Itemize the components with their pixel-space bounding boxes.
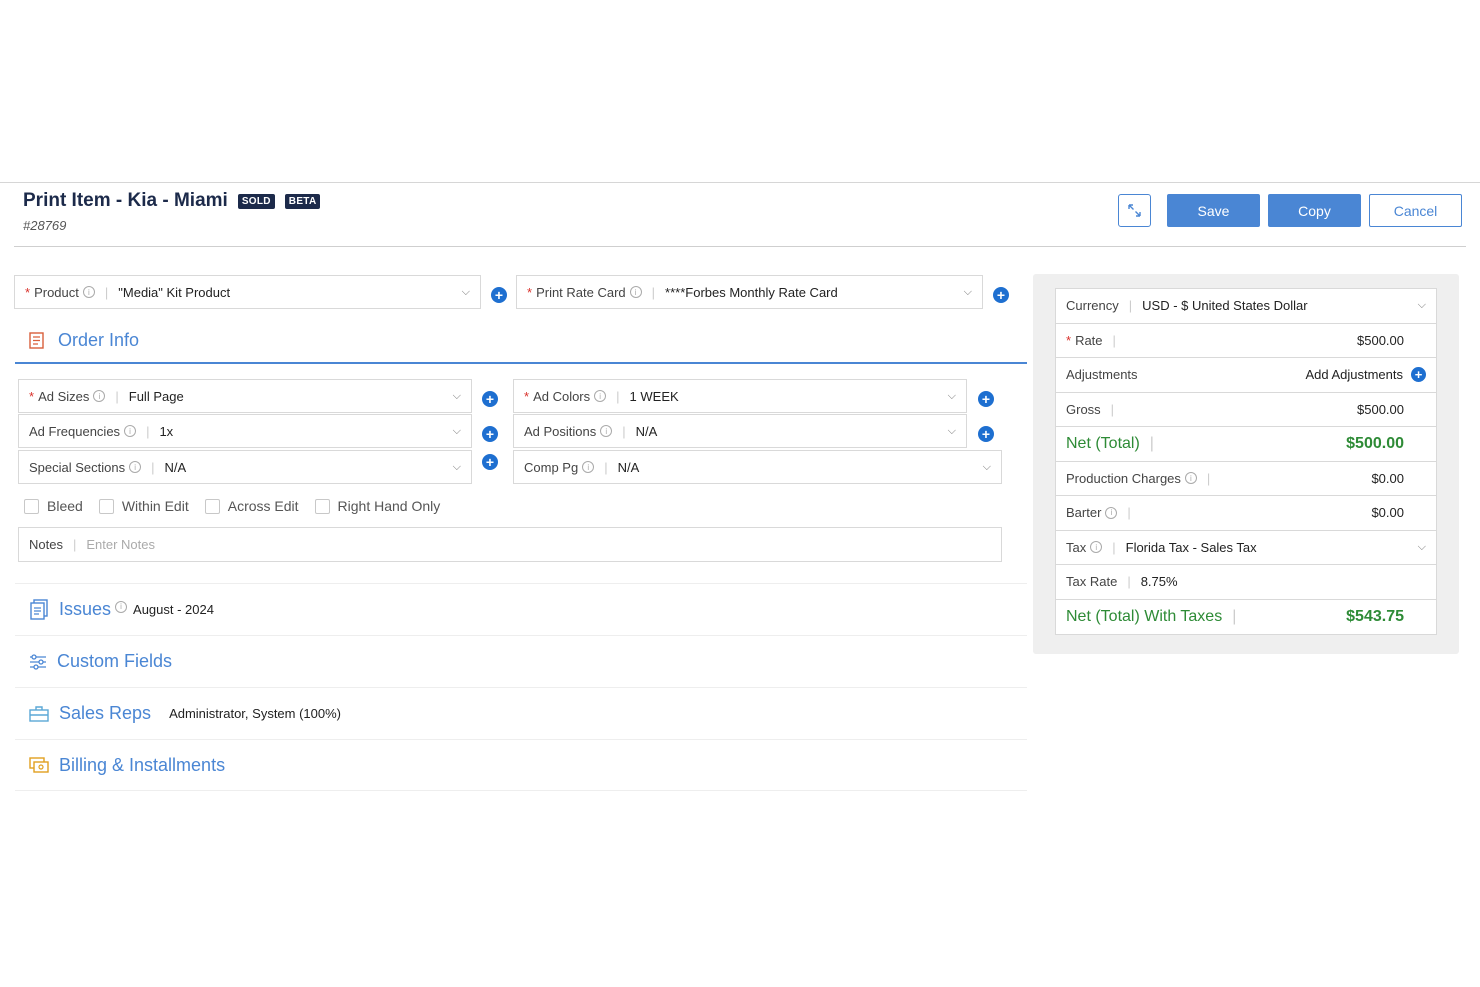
- sales-reps-value: Administrator, System (100%): [169, 706, 342, 721]
- notes-placeholder: Enter Notes: [86, 537, 156, 552]
- billing-title: Billing & Installments: [59, 754, 226, 775]
- across-edit-checkbox[interactable]: Across Edit: [204, 498, 299, 514]
- info-icon: i: [93, 390, 106, 402]
- expand-button[interactable]: [1118, 194, 1151, 227]
- net-total-row: Net (Total) | $500.00: [1056, 427, 1436, 462]
- info-icon: i: [594, 390, 607, 402]
- issues-section[interactable]: Issues i August - 2024: [15, 583, 1027, 635]
- add-position-icon[interactable]: +: [978, 426, 994, 442]
- rate-row[interactable]: * Rate | $500.00: [1056, 324, 1436, 358]
- issues-title: Issues: [59, 599, 112, 619]
- chevron-down-icon: ⌵: [452, 460, 461, 473]
- info-icon: i: [582, 461, 595, 473]
- order-info-title: Order Info: [58, 329, 140, 350]
- briefcase-icon: [29, 705, 49, 722]
- info-icon: i: [600, 425, 613, 437]
- info-icon: i: [124, 425, 137, 437]
- currency-select[interactable]: Currency | USD - $ United States Dollar …: [1056, 289, 1436, 324]
- info-icon: i: [115, 600, 128, 613]
- info-icon: i: [1105, 506, 1118, 519]
- record-id: #28769: [23, 218, 67, 233]
- barter-row[interactable]: Barter i | $0.00: [1056, 496, 1436, 531]
- add-product-icon[interactable]: +: [491, 287, 507, 303]
- rate-card-select[interactable]: * Print Rate Card i | ****Forbes Monthly R…: [516, 275, 983, 309]
- pricing-table: Currency | USD - $ United States Dollar …: [1055, 288, 1437, 635]
- bleed-checkbox[interactable]: Bleed: [24, 498, 83, 514]
- info-icon: i: [82, 286, 95, 298]
- product-value: "Media" Kit Product: [118, 284, 231, 300]
- ad-colors-select[interactable]: * Ad Colors i | 1 WEEK ⌵: [513, 379, 967, 413]
- issues-value: August - 2024: [133, 602, 214, 617]
- product-select[interactable]: * Product i | "Media" Kit Product ⌵: [14, 275, 481, 309]
- cancel-button[interactable]: Cancel: [1369, 194, 1462, 227]
- info-icon: i: [629, 286, 642, 298]
- tax-select[interactable]: Tax i | Florida Tax - Sales Tax ⌵: [1056, 531, 1436, 565]
- chevron-down-icon: ⌵: [947, 389, 956, 402]
- save-button[interactable]: Save: [1167, 194, 1260, 227]
- custom-fields-section[interactable]: Custom Fields: [15, 635, 1027, 687]
- chevron-down-icon: ⌵: [982, 460, 991, 473]
- add-special-section-icon[interactable]: +: [482, 454, 498, 470]
- comp-pg-select[interactable]: Comp Pg i | N/A ⌵: [513, 450, 1002, 484]
- production-charges-row[interactable]: Production Charges i | $0.00: [1056, 462, 1436, 496]
- chevron-down-icon: ⌵: [1417, 299, 1426, 312]
- custom-fields-title: Custom Fields: [57, 651, 173, 671]
- info-icon: i: [129, 461, 142, 473]
- pricing-panel: Currency | USD - $ United States Dollar …: [1033, 274, 1459, 654]
- right-hand-only-checkbox[interactable]: Right Hand Only: [314, 498, 440, 514]
- net-with-taxes-row: Net (Total) With Taxes | $543.75: [1066, 607, 1404, 625]
- sliders-icon: [30, 653, 46, 670]
- billing-icon: [29, 757, 49, 773]
- within-edit-checkbox[interactable]: Within Edit: [98, 498, 189, 514]
- page-header: Print Item - Kia - Miami SOLD BETA #2876…: [23, 190, 321, 233]
- add-adjustment-icon[interactable]: +: [1411, 367, 1426, 383]
- ad-frequencies-select[interactable]: Ad Frequencies i | 1x ⌵: [18, 414, 472, 448]
- top-divider: [0, 182, 1480, 183]
- adjustments-row: Adjustments Add Adjustments +: [1056, 358, 1436, 393]
- add-adjustments-link[interactable]: Add Adjustments: [1305, 367, 1403, 382]
- page-title: Print Item - Kia - Miami: [23, 190, 228, 211]
- ad-positions-select[interactable]: Ad Positions i | N/A ⌵: [513, 414, 967, 448]
- add-frequency-icon[interactable]: +: [482, 426, 498, 442]
- beta-badge: BETA: [284, 193, 321, 209]
- info-icon: i: [1184, 472, 1197, 485]
- chevron-down-icon: ⌵: [1417, 540, 1426, 553]
- chevron-down-icon: ⌵: [963, 285, 972, 298]
- issues-icon: [30, 598, 48, 620]
- chevron-down-icon: ⌵: [452, 424, 461, 437]
- add-rate-card-icon[interactable]: +: [993, 287, 1009, 303]
- chevron-down-icon: ⌵: [947, 424, 956, 437]
- copy-button[interactable]: Copy: [1268, 194, 1361, 227]
- placement-options: Bleed Within Edit Across Edit Right Hand…: [24, 498, 440, 514]
- info-icon: i: [1090, 541, 1103, 554]
- add-ad-size-icon[interactable]: +: [482, 391, 498, 407]
- order-info-header[interactable]: Order Info: [15, 318, 1027, 364]
- sold-badge: SOLD: [237, 193, 275, 209]
- rate-card-value: ****Forbes Monthly Rate Card: [665, 284, 838, 300]
- gross-row: Gross | $500.00: [1056, 393, 1436, 427]
- header-divider: [14, 246, 1466, 247]
- sales-reps-section[interactable]: Sales Reps Administrator, System (100%): [15, 687, 1027, 739]
- add-ad-color-icon[interactable]: +: [978, 391, 994, 407]
- tax-rate-row: Tax Rate | 8.75%: [1056, 565, 1436, 600]
- ad-sizes-select[interactable]: * Ad Sizes i | Full Page ⌵: [18, 379, 472, 413]
- billing-section[interactable]: Billing & Installments: [15, 739, 1027, 791]
- notes-field[interactable]: Notes | Enter Notes: [18, 527, 1002, 562]
- header-actions: Save Copy Cancel: [1118, 194, 1462, 227]
- sales-reps-title: Sales Reps: [59, 703, 152, 723]
- chevron-down-icon: ⌵: [461, 285, 470, 298]
- special-sections-select[interactable]: Special Sections i | N/A ⌵: [18, 450, 472, 484]
- order-icon: [29, 331, 44, 349]
- expand-icon: [1128, 204, 1141, 217]
- chevron-down-icon: ⌵: [452, 389, 461, 402]
